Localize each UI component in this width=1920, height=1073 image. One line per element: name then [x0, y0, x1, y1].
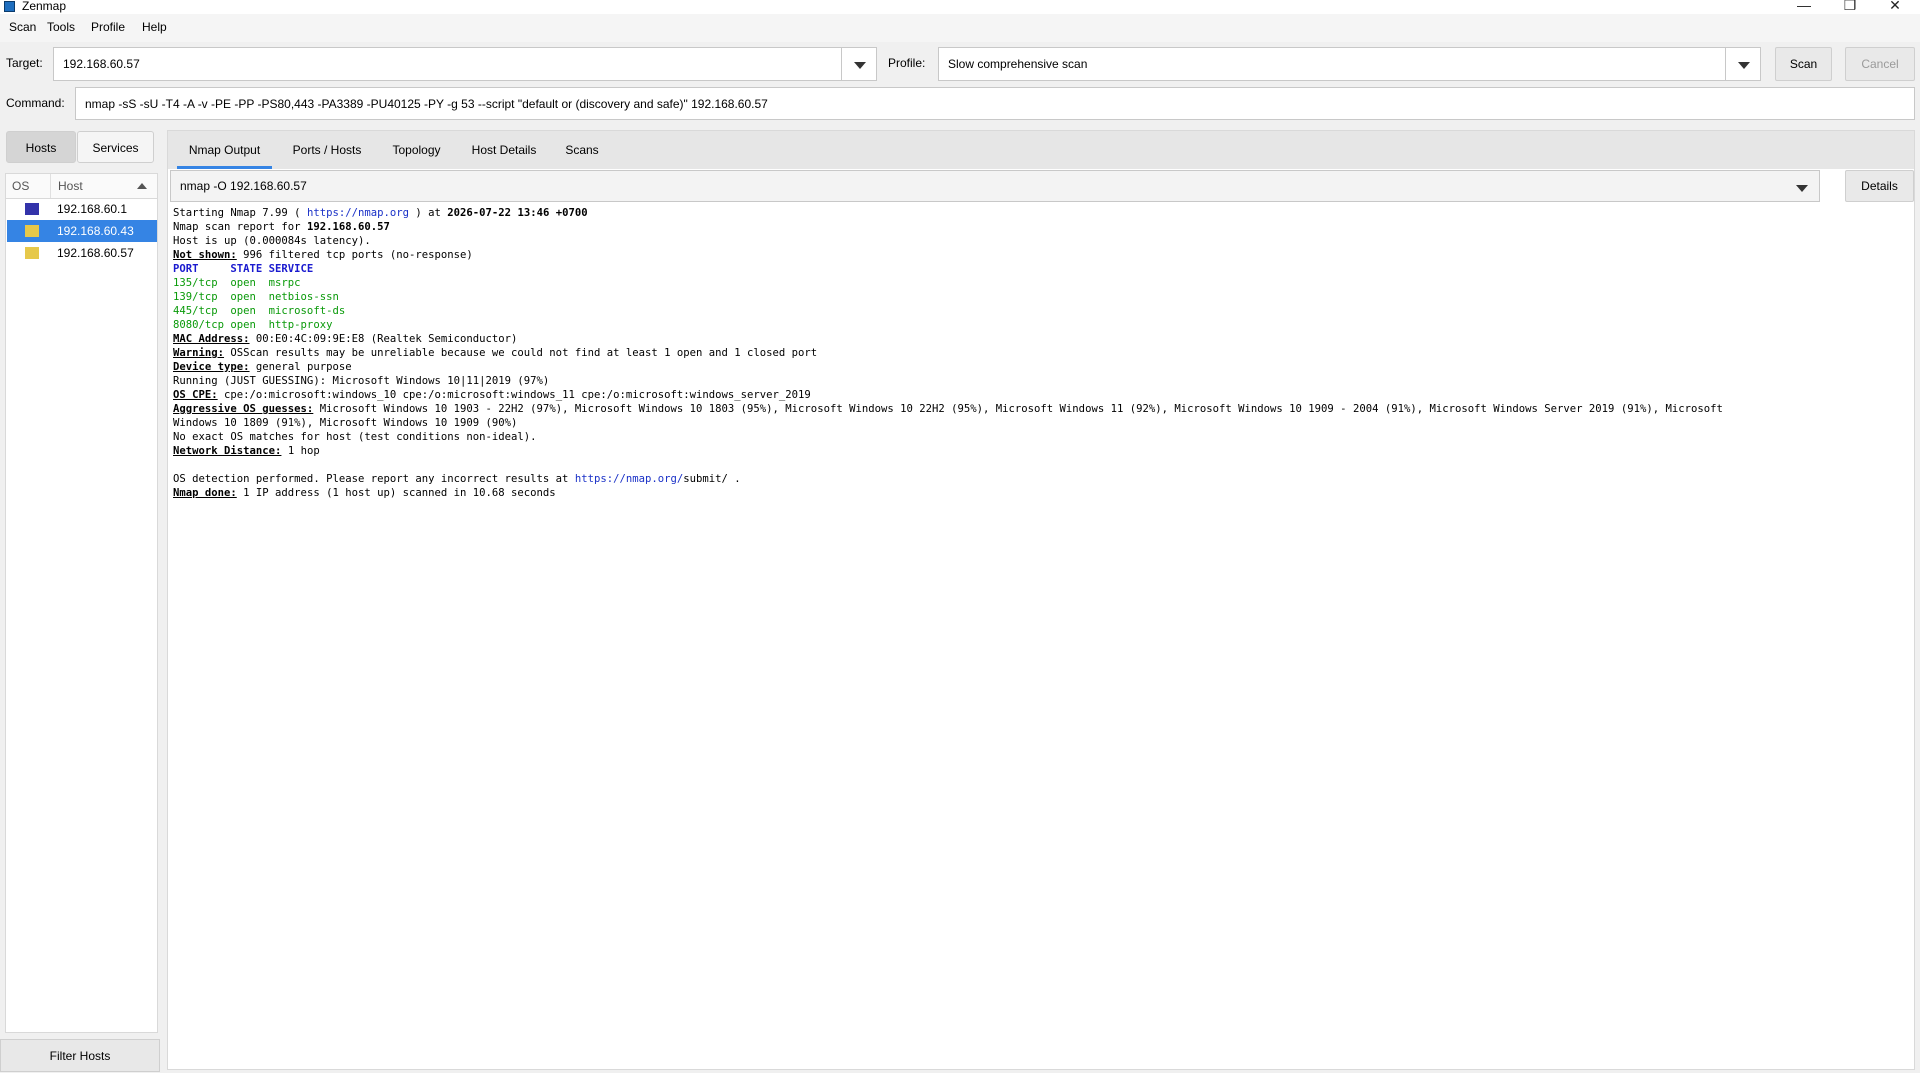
command-field[interactable]: nmap -sS -sU -T4 -A -v -PE -PP -PS80,443… [75, 87, 1915, 120]
host-list: OS Host 192.168.60.1 192.168.60.43 192.1… [5, 173, 158, 1033]
tab-nmap-output[interactable]: Nmap Output [177, 131, 272, 169]
tab-topology[interactable]: Topology [383, 131, 450, 169]
chevron-down-icon[interactable] [841, 48, 876, 80]
nmap-link[interactable]: https://nmap.org [307, 207, 409, 219]
maximize-button[interactable]: ❐ [1830, 0, 1870, 13]
target-input[interactable]: 192.168.60.57 [63, 48, 140, 81]
host-ip: 192.168.60.1 [57, 202, 128, 216]
command-label: Command: [6, 96, 65, 110]
close-button[interactable]: ✕ [1875, 0, 1915, 13]
window-title: Zenmap [22, 0, 67, 13]
target-label: Target: [6, 56, 43, 70]
chevron-down-icon[interactable] [1784, 171, 1819, 201]
menu-bar [0, 14, 1920, 42]
sort-ascending-icon[interactable] [137, 183, 147, 189]
profile-value: Slow comprehensive scan [948, 57, 1088, 71]
scan-select-combo[interactable]: nmap -O 192.168.60.57 [170, 170, 1820, 202]
title-bar [0, 0, 1920, 14]
host-row-selected[interactable]: 192.168.60.43 [7, 220, 157, 242]
scan-select-value: nmap -O 192.168.60.57 [180, 179, 307, 193]
column-host[interactable]: Host [58, 179, 83, 193]
services-toggle[interactable]: Services [77, 131, 154, 163]
cancel-button[interactable]: Cancel [1845, 47, 1915, 81]
nmap-submit-link[interactable]: https://nmap.org/ [575, 473, 683, 485]
zenmap-app-icon [4, 1, 15, 12]
host-ip: 192.168.60.57 [57, 246, 134, 260]
tab-scans[interactable]: Scans [558, 131, 606, 169]
target-combo[interactable]: 192.168.60.57 [53, 47, 877, 81]
unknown-os-icon [25, 225, 39, 237]
profile-combo[interactable]: Slow comprehensive scan [938, 47, 1761, 81]
menu-profile[interactable]: Profile [91, 20, 125, 34]
windows-os-icon [25, 203, 39, 215]
details-button[interactable]: Details [1845, 170, 1914, 202]
menu-help[interactable]: Help [142, 20, 167, 34]
scan-button[interactable]: Scan [1775, 47, 1832, 81]
command-input[interactable]: nmap -sS -sU -T4 -A -v -PE -PP -PS80,443… [85, 88, 768, 121]
tab-host-details[interactable]: Host Details [462, 131, 546, 169]
host-ip: 192.168.60.43 [57, 224, 134, 238]
menu-scan[interactable]: Scan [9, 20, 36, 34]
nmap-output-text[interactable]: Starting Nmap 7.99 ( https://nmap.org ) … [173, 206, 1913, 1026]
host-row[interactable]: 192.168.60.57 [7, 242, 157, 264]
tab-ports-hosts[interactable]: Ports / Hosts [283, 131, 371, 169]
host-row[interactable]: 192.168.60.1 [7, 198, 157, 220]
filter-hosts-button[interactable]: Filter Hosts [0, 1039, 160, 1072]
host-list-header: OS Host [6, 174, 157, 199]
column-os[interactable]: OS [12, 179, 29, 193]
minimize-button[interactable]: — [1784, 0, 1824, 13]
hosts-toggle[interactable]: Hosts [6, 131, 76, 163]
chevron-down-icon[interactable] [1725, 48, 1760, 80]
unknown-os-icon [25, 247, 39, 259]
profile-label: Profile: [888, 56, 926, 70]
menu-tools[interactable]: Tools [47, 20, 75, 34]
